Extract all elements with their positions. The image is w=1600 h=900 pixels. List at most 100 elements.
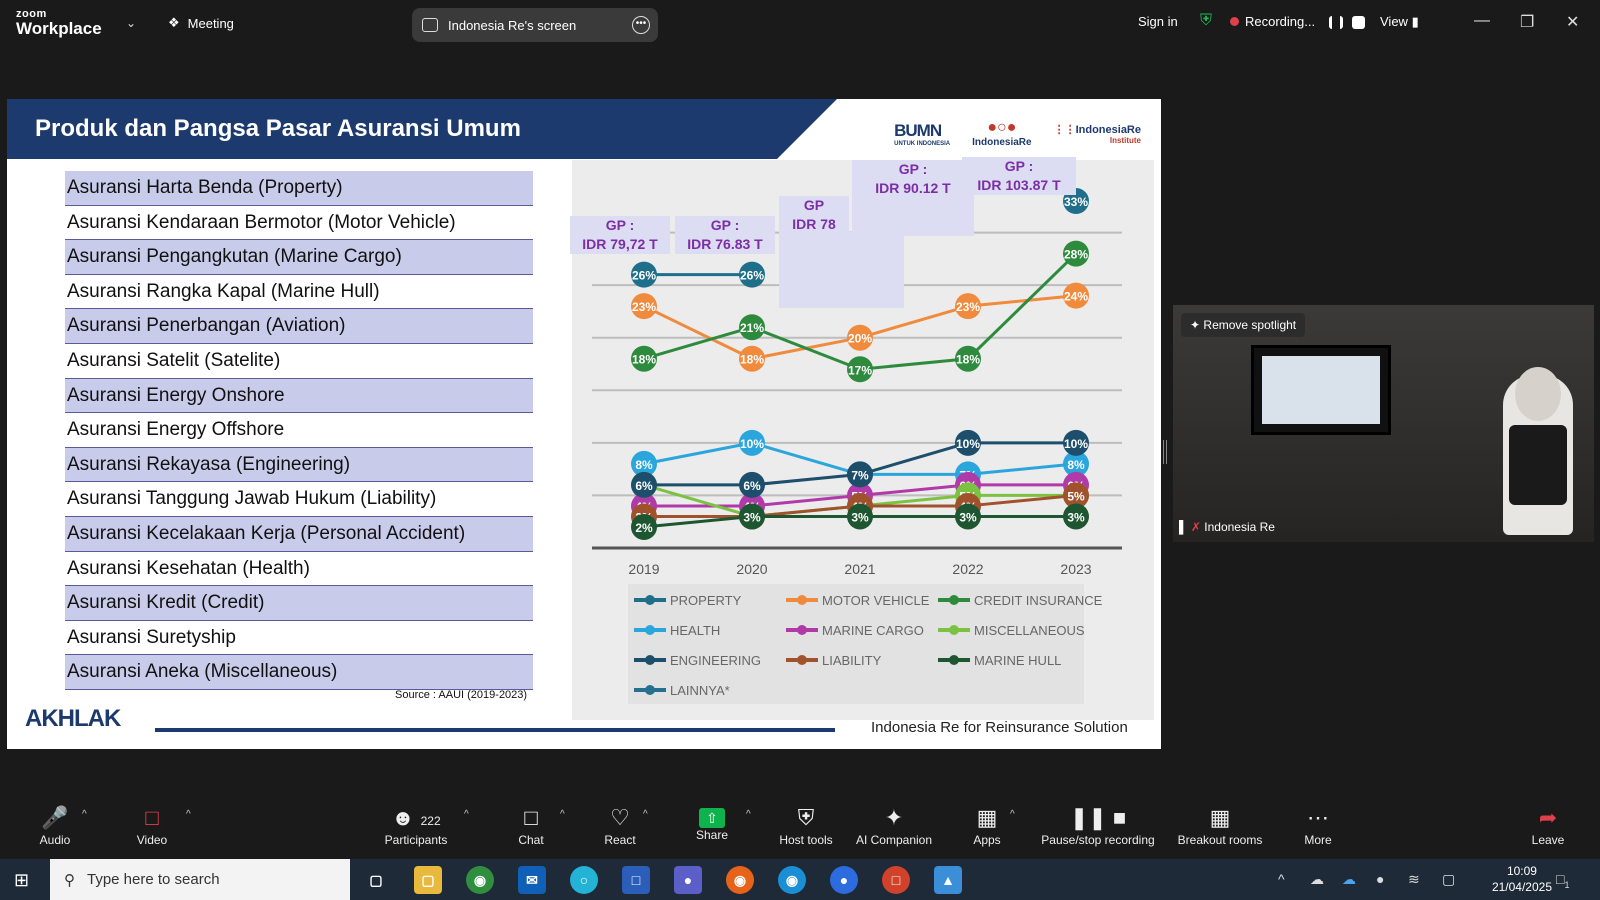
caret-up-icon: ^ [1010,809,1015,820]
speaker-figure [1503,367,1573,535]
legend-marker [797,595,807,605]
leave-button[interactable]: ➦ Leave [1530,803,1566,847]
resize-handle[interactable] [1163,440,1167,464]
zoom-workplace-logo[interactable]: zoom Workplace [16,9,102,38]
task-view-icon[interactable]: ▢ [362,866,390,894]
product-item: Asuransi Energy Onshore [65,378,533,414]
apps-button[interactable]: ▦ Apps [970,803,1004,847]
ai-companion-button[interactable]: ✦ AI Companion [852,803,936,847]
restore-icon[interactable]: ❐ [1520,12,1534,32]
video-button[interactable]: □ Video [132,803,172,847]
product-item: Asuransi Satelit (Satelite) [65,343,533,379]
institute-logo-sub: Institute [1109,135,1141,145]
breakout-rooms-button[interactable]: ▦ Breakout rooms [1174,803,1266,847]
network-icon[interactable]: ≋ [1408,871,1420,888]
shield-icon: ⛨ [797,805,815,830]
windows-start-icon[interactable]: ⊞ [14,870,29,891]
video-label: Video [136,833,168,847]
taskbar-search-box[interactable]: ⚲ Type here to search [50,859,350,900]
recording-status[interactable]: Recording... [1230,14,1366,30]
stop-recording-icon[interactable] [1352,16,1366,30]
word-icon[interactable]: □ [622,866,650,894]
product-item: Asuransi Kredit (Credit) [65,586,533,621]
product-item: Asuransi Kendaraan Bermotor (Motor Vehic… [65,205,533,241]
participants-button[interactable]: ☻ 222 Participants [380,803,452,847]
firefox-icon[interactable]: ◉ [726,866,754,894]
minimize-icon[interactable]: — [1474,12,1490,30]
legend-marker [645,655,655,665]
data-label: 18% [632,353,656,367]
canva-icon[interactable]: ○ [570,866,598,894]
gp-label-line2: IDR 90.12 T [875,180,951,196]
legend-label: HEALTH [670,623,720,638]
security-shield-icon[interactable]: ⛨ [1200,12,1212,30]
data-label: 3% [743,510,761,524]
more-options-icon[interactable]: ••• [632,16,650,34]
chevron-down-icon[interactable]: ⌄ [126,16,136,30]
participant-name: Indonesia Re [1204,520,1275,534]
close-icon[interactable]: ✕ [1566,12,1579,32]
share-arrow-icon: ⇧ [699,808,725,828]
onedrive-blue-icon[interactable]: ☁ [1342,871,1356,888]
more-button[interactable]: ⋯ More [1300,803,1336,847]
onedrive-icon[interactable]: ☁ [1310,871,1324,888]
zoom-taskbar-icon[interactable]: ● [830,866,858,894]
chat-label: Chat [518,833,544,847]
legend-label: CREDIT INSURANCE [974,593,1103,608]
react-label: React [604,833,636,847]
series-line-segment [643,514,753,529]
meeting-menu[interactable]: ❖ Meeting [168,15,234,31]
display-icon[interactable]: ▢ [1442,871,1455,888]
legend-label: PROPERTY [670,593,742,608]
share-button[interactable]: ⇧ Share [694,803,730,842]
bumn-logo-text: BUMN [894,120,942,140]
series-line-segment [859,304,969,340]
x-tick-label: 2022 [952,561,983,577]
gp-label-line2: IDR 79,72 T [582,236,658,252]
signal-icon: ▌ [1179,520,1188,534]
legend-marker [797,655,807,665]
indonesiare-institute-logo: ⋮⋮IndonesiaRe Institute [1053,123,1141,145]
pause-stop-recording-button[interactable]: ❚❚ ■ Pause/stop recording [1034,803,1162,847]
x-tick-label: 2019 [628,561,659,577]
leave-icon: ➦ [1538,805,1558,830]
outlook-icon[interactable]: ✉ [518,866,546,894]
meeting-toolbar: 🎤 Audio ^ □ Video ^ ☻ 222 Participants ^… [0,797,1600,859]
teams-icon[interactable]: ● [674,866,702,894]
footer-tagline: Indonesia Re for Reinsurance Solution [871,719,1128,736]
chat-button[interactable]: □ Chat [514,803,548,847]
file-explorer-icon[interactable]: ▢ [414,866,442,894]
gp-label-line1: GP [803,197,825,213]
host-tools-button[interactable]: ⛨ Host tools [776,803,836,847]
tray-overflow-icon[interactable]: ^ [1278,871,1285,887]
gp-label: GP IDR 78 [779,196,849,232]
powerpoint-icon[interactable]: □ [882,866,910,894]
mic-muted-icon: 🎤 [41,805,69,830]
series-line-segment [859,441,969,476]
edge-icon[interactable]: ◉ [778,866,806,894]
sign-in-link[interactable]: Sign in [1138,14,1178,29]
pause-recording-icon[interactable] [1328,16,1343,30]
paw-icon: ❖ [168,15,180,30]
view-menu[interactable]: View ▮ [1380,14,1419,30]
screen-share-pill[interactable]: Indonesia Re's screen ••• [412,8,658,42]
ai-companion-label: AI Companion [855,833,933,847]
share-label: Share [695,828,729,842]
product-item: Asuransi Rangka Kapal (Marine Hull) [65,274,533,310]
spotlight-video-tile[interactable]: ✦ Remove spotlight ▌ ✗ Indonesia Re [1173,305,1594,542]
gp-label-line2: IDR 78 [792,216,836,232]
leave-label: Leave [1531,833,1565,847]
gp-label-line1: GP : [1004,158,1034,174]
microphone-icon[interactable]: ● [1376,871,1384,887]
react-button[interactable]: ♡ React [602,803,638,847]
remove-spotlight-button[interactable]: ✦ Remove spotlight [1181,313,1306,337]
taskbar-clock[interactable]: 10:09 21/04/2025 [1492,863,1552,895]
audio-button[interactable]: 🎤 Audio [36,803,74,847]
caret-up-icon: ^ [560,809,565,820]
data-label: 8% [635,458,653,472]
photos-icon[interactable]: ▲ [934,866,962,894]
notification-icon[interactable]: □1 [1556,871,1569,890]
data-label: 28% [1064,248,1088,262]
data-label: 6% [635,479,653,493]
chrome-icon[interactable]: ◉ [466,866,494,894]
